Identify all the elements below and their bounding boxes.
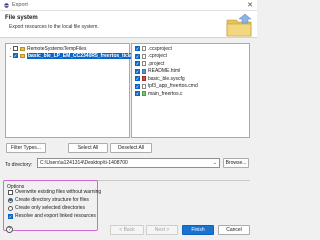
- project-tree[interactable]: › RemoteSystemsTempFiles ⌄ ✓ basic_ble_L…: [5, 43, 140, 138]
- select-all-button[interactable]: Select All: [68, 143, 108, 153]
- file-list[interactable]: ✓ .ccsproject ✓ .cproject ✓ .project ✓ R…: [131, 43, 250, 138]
- tree-item-remote[interactable]: › RemoteSystemsTempFiles: [8, 45, 87, 52]
- file-icon: [142, 61, 146, 66]
- file-label: basic_ble.syscfg: [148, 75, 185, 82]
- resolve-linked-checkbox[interactable]: ✓: [8, 213, 13, 219]
- window-title: Export: [12, 2, 28, 8]
- overwrite-label: Overwrite existing files without warning: [15, 189, 102, 195]
- file-icon: [142, 83, 146, 89]
- file-label: .project: [148, 60, 165, 67]
- file-checkbox[interactable]: ✓: [135, 68, 140, 74]
- list-item[interactable]: ✓ basic_ble.syscfg: [135, 75, 185, 82]
- create-selected-radio[interactable]: [8, 205, 13, 211]
- page-description: Export resources to the local file syste…: [9, 24, 99, 30]
- file-label: lpf3_app_freertos.cmd: [148, 83, 198, 89]
- file-icon: [142, 46, 146, 51]
- file-label: main_freertos.c: [148, 90, 183, 97]
- list-item[interactable]: ✓ README.html: [135, 68, 180, 75]
- tree-checkbox[interactable]: ✓: [13, 53, 18, 58]
- file-label: .ccsproject: [148, 45, 172, 52]
- to-directory-value: C:\Users\a1241314\Desktop\ti-1408700: [40, 160, 128, 166]
- file-label: .cproject: [148, 53, 167, 59]
- resolve-linked-label: Resolve and export linked resources: [15, 213, 96, 219]
- deselect-all-button[interactable]: Deselect All: [110, 143, 152, 153]
- page-title: File system: [5, 15, 38, 21]
- eclipse-app-icon: [4, 3, 9, 8]
- filter-types-button[interactable]: Filter Types...: [6, 143, 46, 153]
- list-item[interactable]: ✓ .ccsproject: [135, 45, 172, 52]
- tree-item-label: basic_ble_LP_EM_CC2340R5_freertos_ticlan…: [27, 52, 140, 59]
- list-item[interactable]: ✓ .cproject: [135, 53, 167, 60]
- to-directory-label: To directory:: [5, 162, 33, 168]
- back-button[interactable]: < Back: [110, 225, 144, 235]
- file-checkbox[interactable]: ✓: [135, 76, 140, 81]
- file-icon: [142, 53, 146, 59]
- overwrite-checkbox[interactable]: [8, 189, 13, 195]
- help-icon[interactable]: ?: [6, 226, 13, 233]
- create-selected-label: Create only selected directories: [15, 205, 86, 211]
- title-bar: Export ✕: [0, 0, 257, 11]
- to-directory-combo[interactable]: C:\Users\a1241314\Desktop\ti-1408700 ⌄: [37, 158, 220, 168]
- close-icon[interactable]: ✕: [247, 1, 253, 9]
- file-checkbox[interactable]: ✓: [135, 61, 140, 66]
- create-structure-radio[interactable]: [8, 197, 13, 203]
- file-checkbox[interactable]: ✓: [135, 46, 140, 51]
- syscfg-file-icon: [142, 76, 146, 81]
- file-label: README.html: [148, 68, 181, 74]
- c-file-icon: [142, 91, 146, 96]
- list-item[interactable]: ✓ main_freertos.c: [135, 90, 182, 97]
- create-selected-option[interactable]: Create only selected directories: [8, 205, 85, 211]
- tree-item-label: RemoteSystemsTempFiles: [27, 45, 87, 52]
- chevron-down-icon[interactable]: ⌄: [213, 160, 217, 166]
- list-item[interactable]: ✓ lpf3_app_freertos.cmd: [135, 83, 198, 90]
- project-folder-icon: [20, 53, 25, 58]
- file-checkbox[interactable]: ✓: [135, 91, 140, 96]
- html-file-icon: [142, 68, 146, 74]
- cancel-button[interactable]: Cancel: [218, 225, 250, 235]
- folder-icon: [20, 46, 25, 51]
- folder-export-icon: [226, 13, 252, 37]
- next-button[interactable]: Next >: [146, 225, 178, 235]
- file-checkbox[interactable]: ✓: [135, 53, 140, 59]
- tree-item-project[interactable]: ⌄ ✓ basic_ble_LP_EM_CC2340R5_freertos_ti…: [8, 52, 140, 59]
- tree-checkbox[interactable]: [13, 46, 18, 51]
- create-structure-label: Create directory structure for files: [15, 197, 89, 203]
- resolve-linked-option[interactable]: ✓ Resolve and export linked resources: [8, 213, 96, 219]
- overwrite-option[interactable]: Overwrite existing files without warning: [8, 189, 101, 195]
- file-checkbox[interactable]: ✓: [135, 83, 140, 89]
- create-structure-option[interactable]: Create directory structure for files: [8, 197, 89, 203]
- wizard-header: File system Export resources to the loca…: [0, 11, 257, 38]
- list-item[interactable]: ✓ .project: [135, 60, 164, 67]
- finish-button[interactable]: Finish: [182, 225, 214, 235]
- browse-button[interactable]: Browse...: [223, 158, 249, 168]
